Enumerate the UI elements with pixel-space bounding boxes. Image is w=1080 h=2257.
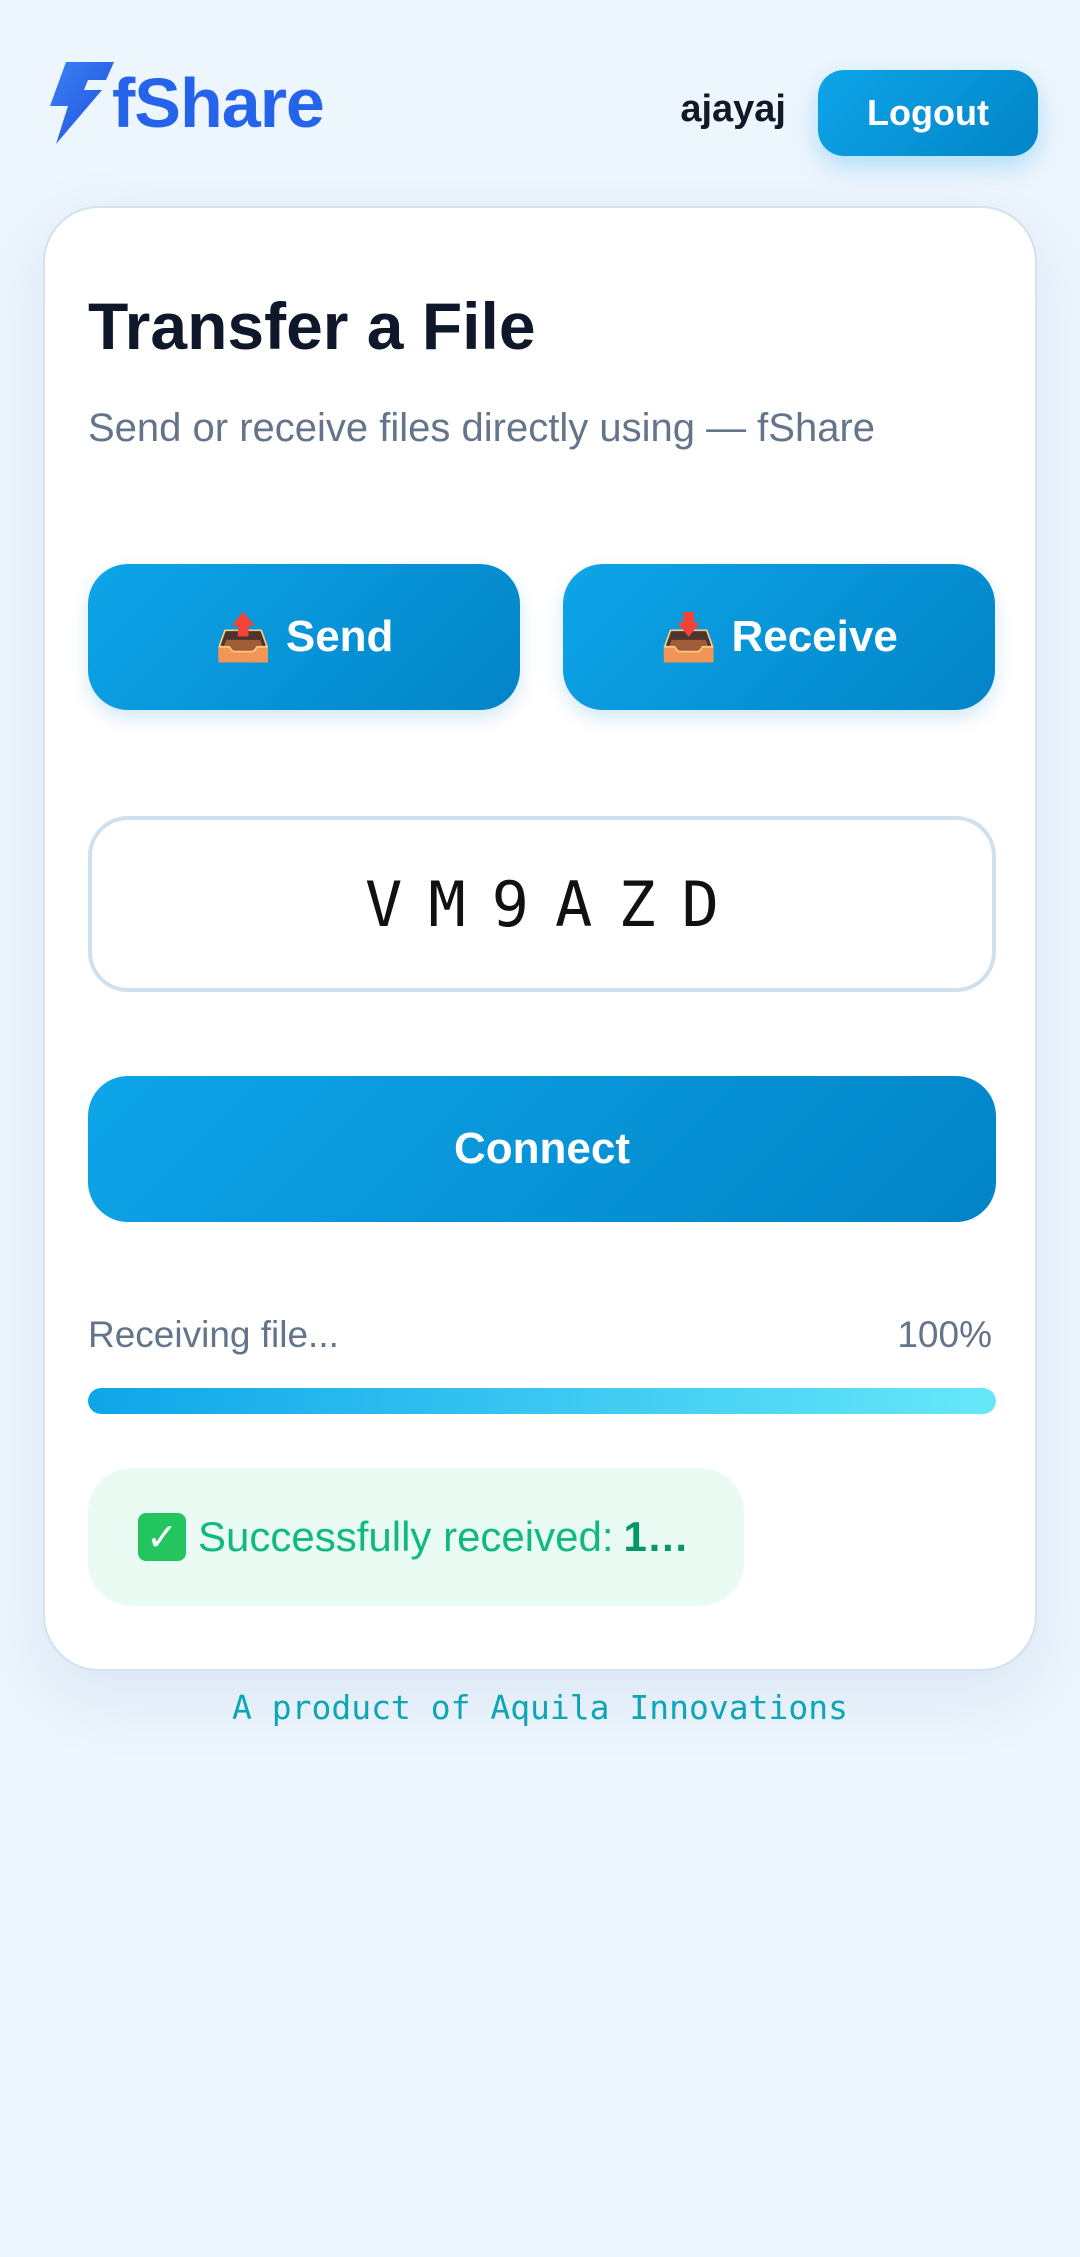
progress-bar <box>88 1388 996 1414</box>
username-label: ajayaj <box>680 88 786 130</box>
logo-text: fShare <box>112 64 325 142</box>
success-message: ✓ Successfully received: 1… <box>88 1468 744 1606</box>
success-message-text: Successfully received: <box>198 1513 614 1560</box>
outbox-icon: 📤 <box>214 610 272 663</box>
inbox-icon: 📥 <box>660 610 718 663</box>
app-logo[interactable]: fShare <box>44 60 325 146</box>
progress-status-text: Receiving file... <box>88 1314 339 1355</box>
check-icon: ✓ <box>138 1513 186 1561</box>
share-code-input[interactable]: VM9AZD <box>88 816 996 992</box>
progress-percent: 100% <box>897 1314 992 1355</box>
receive-button[interactable]: 📥 Receive <box>563 564 995 710</box>
transfer-card: Transfer a File Send or receive files di… <box>43 206 1037 1671</box>
footer-credit: A product of Aquila Innovations <box>232 1688 848 1727</box>
send-button[interactable]: 📤 Send <box>88 564 520 710</box>
lightning-icon <box>50 62 114 144</box>
progress-bar-fill <box>88 1388 996 1414</box>
logout-button[interactable]: Logout <box>818 70 1038 156</box>
send-button-label: Send <box>285 612 394 661</box>
page-title: Transfer a File <box>88 289 536 363</box>
app-header: fShare ajayaj Logout <box>0 0 1080 200</box>
receive-button-label: Receive <box>731 612 898 661</box>
connect-button[interactable]: Connect <box>88 1076 996 1222</box>
received-file-name: 1… <box>623 1513 689 1560</box>
page-subtitle: Send or receive files directly using — f… <box>88 406 876 450</box>
